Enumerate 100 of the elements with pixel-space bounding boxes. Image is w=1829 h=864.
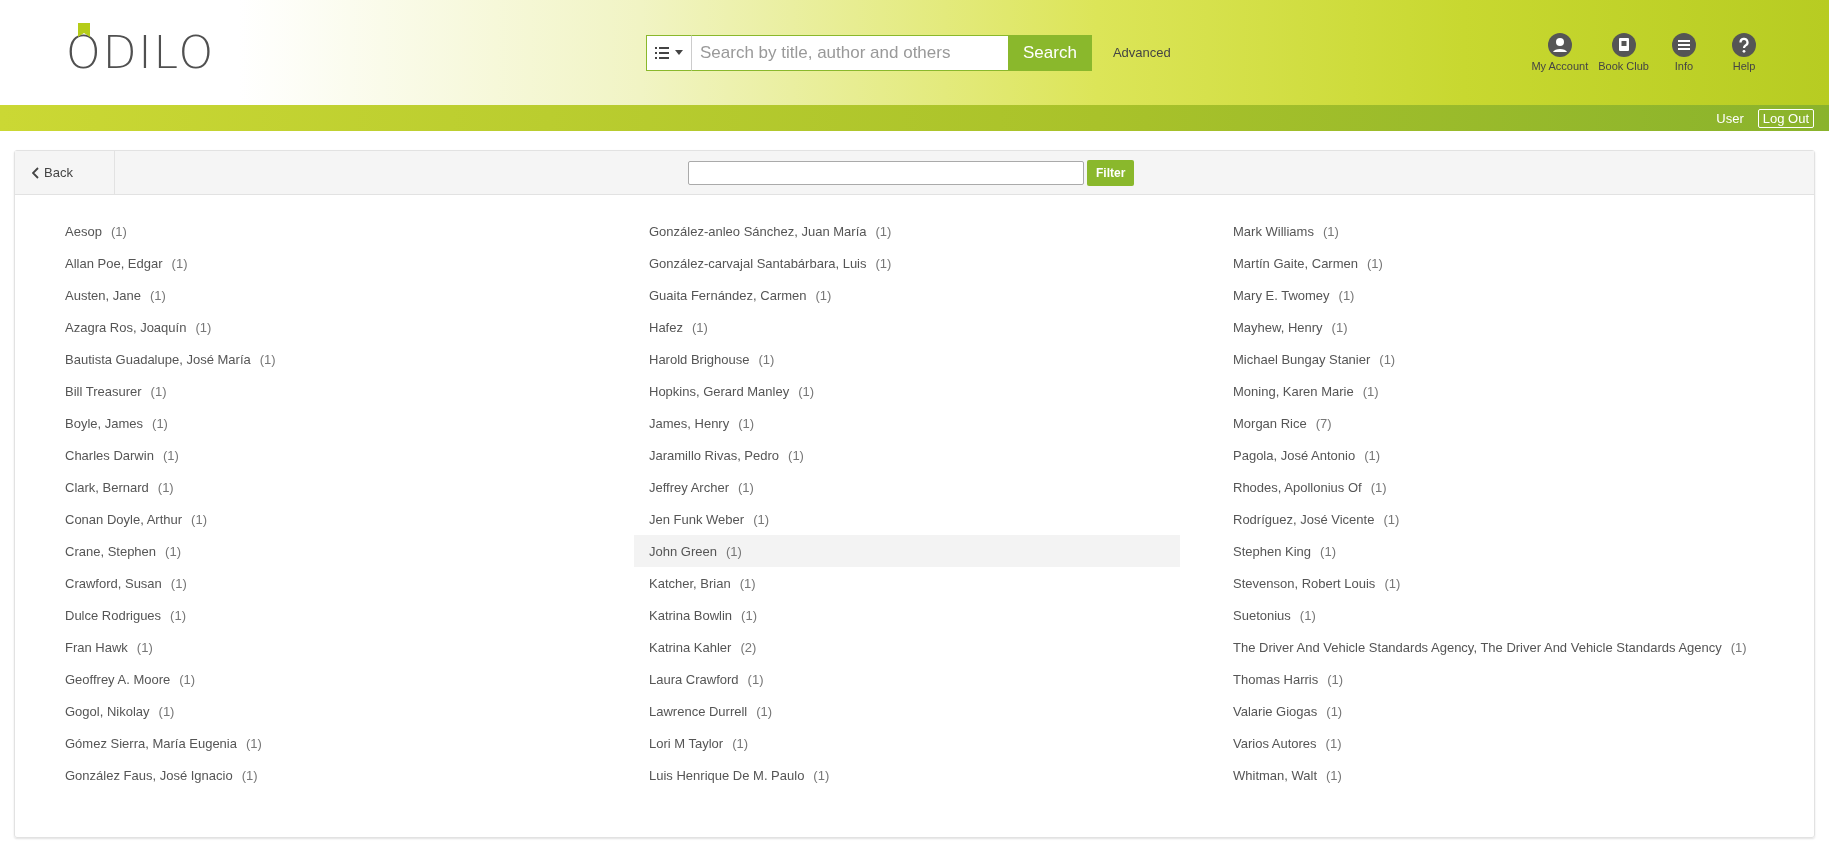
- book-count: (7): [1315, 415, 1332, 431]
- book-count: (1): [152, 415, 168, 431]
- logo[interactable]: ODILO: [66, 27, 216, 78]
- author-item[interactable]: Michael Bungay Stanier (1): [1218, 343, 1776, 375]
- book-count: (1): [725, 543, 742, 559]
- nav-label[interactable]: Info: [1674, 60, 1694, 72]
- book-count: (1): [191, 511, 207, 527]
- author-name: González-carvajal Santabárbara, Luis: [649, 255, 867, 271]
- author-name: James, Henry: [649, 415, 730, 431]
- author-item[interactable]: John Green (1): [634, 535, 1180, 567]
- book-count: (1): [241, 767, 258, 783]
- author-name: Crawford, Susan: [65, 575, 162, 591]
- search-scope-dropdown[interactable]: [646, 34, 692, 71]
- author-item[interactable]: James, Henry (1): [634, 407, 1180, 439]
- chevron-left-icon: [32, 166, 39, 179]
- author-item[interactable]: Katrina Kahler (2): [634, 631, 1180, 663]
- author-item[interactable]: Azagra Ros, Joaquín (1): [50, 311, 596, 343]
- author-name: Bautista Guadalupe, José María: [65, 351, 251, 367]
- author-item[interactable]: Gómez Sierra, María Eugenia (1): [50, 727, 596, 759]
- author-name: John Green: [649, 543, 717, 559]
- author-item[interactable]: Clark, Bernard (1): [50, 471, 596, 503]
- book-count: (1): [1322, 223, 1339, 239]
- author-item[interactable]: Jen Funk Weber (1): [634, 503, 1180, 535]
- author-item[interactable]: Moning, Karen Marie (1): [1218, 375, 1776, 407]
- help-icon[interactable]: [1732, 33, 1756, 57]
- author-item[interactable]: Guaita Fernández, Carmen (1): [634, 279, 1180, 311]
- author-item[interactable]: Luis Henrique De M. Paulo (1): [634, 759, 1180, 791]
- nav-label[interactable]: Book Club: [1598, 60, 1649, 72]
- author-item[interactable]: González-carvajal Santabárbara, Luis (1): [634, 247, 1180, 279]
- book-count: (1): [1326, 703, 1343, 719]
- author-item[interactable]: Pagola, José Antonio (1): [1218, 439, 1776, 471]
- author-name: Michael Bungay Stanier: [1233, 351, 1371, 367]
- author-name: Rodríguez, José Vicente: [1233, 511, 1375, 527]
- author-item[interactable]: Mark Williams (1): [1218, 215, 1776, 247]
- author-item[interactable]: Hafez (1): [634, 311, 1180, 343]
- author-item[interactable]: The Driver And Vehicle Standards Agency, The Driver And Vehicle Standards Agency (1): [1218, 631, 1776, 663]
- author-name: Jeffrey Archer: [649, 479, 729, 495]
- author-item[interactable]: Thomas Harris (1): [1218, 663, 1776, 695]
- search-field[interactable]: Search by title, author and others: [692, 34, 1008, 71]
- user-icon[interactable]: [1547, 33, 1572, 57]
- author-item[interactable]: Austen, Jane (1): [50, 279, 596, 311]
- book-count: (1): [1370, 479, 1387, 495]
- author-item[interactable]: Laura Crawford (1): [634, 663, 1180, 695]
- author-item[interactable]: Hopkins, Gerard Manley (1): [634, 375, 1180, 407]
- advanced-search-link[interactable]: Advanced: [1112, 45, 1171, 60]
- author-item[interactable]: Stephen King (1): [1218, 535, 1776, 567]
- author-item[interactable]: Mayhew, Henry (1): [1218, 311, 1776, 343]
- author-name: Charles Darwin: [65, 447, 154, 463]
- author-item[interactable]: Charles Darwin (1): [50, 439, 596, 471]
- author-item[interactable]: Crane, Stephen (1): [50, 535, 596, 567]
- author-item[interactable]: Katcher, Brian (1): [634, 567, 1180, 599]
- book-count: (1): [756, 703, 773, 719]
- author-item[interactable]: Lawrence Durrell (1): [634, 695, 1180, 727]
- author-item[interactable]: Jaramillo Rivas, Pedro (1): [634, 439, 1180, 471]
- author-item[interactable]: Mary E. Twomey (1): [1218, 279, 1776, 311]
- author-item[interactable]: Harold Brighouse (1): [634, 343, 1180, 375]
- author-name: González Faus, José Ignacio: [65, 767, 233, 783]
- author-name: Hopkins, Gerard Manley: [649, 383, 790, 399]
- author-name: Crane, Stephen: [65, 543, 157, 559]
- author-item[interactable]: Aesop (1): [50, 215, 596, 247]
- author-item[interactable]: González Faus, José Ignacio (1): [50, 759, 596, 791]
- author-item[interactable]: Boyle, James (1): [50, 407, 596, 439]
- author-item[interactable]: Allan Poe, Edgar (1): [50, 247, 596, 279]
- author-name: The Driver And Vehicle Standards Agency, The Driver And Vehicle Standards Agency: [1233, 639, 1722, 655]
- author-item[interactable]: Morgan Rice (7): [1218, 407, 1776, 439]
- author-item[interactable]: Bautista Guadalupe, José María (1): [50, 343, 596, 375]
- author-item[interactable]: Varios Autores (1): [1218, 727, 1776, 759]
- author-item[interactable]: González-anleo Sánchez, Juan María (1): [634, 215, 1180, 247]
- author-item[interactable]: Whitman, Walt (1): [1218, 759, 1776, 791]
- book-count: (1): [741, 607, 757, 623]
- book-icon[interactable]: [1611, 33, 1636, 57]
- author-item[interactable]: Crawford, Susan (1): [50, 567, 596, 599]
- author-item[interactable]: Geoffrey A. Moore (1): [50, 663, 596, 695]
- author-name: Fran Hawk: [65, 639, 128, 655]
- author-name: Valarie Giogas: [1233, 703, 1318, 719]
- author-item[interactable]: Valarie Giogas (1): [1218, 695, 1776, 727]
- author-item[interactable]: Rodríguez, José Vicente (1): [1218, 503, 1776, 535]
- menu-icon[interactable]: [1672, 33, 1696, 57]
- book-count: (1): [170, 607, 186, 623]
- author-item[interactable]: Conan Doyle, Arthur (1): [50, 503, 596, 535]
- author-item[interactable]: Gogol, Nikolay (1): [50, 695, 596, 727]
- author-item[interactable]: Stevenson, Robert Louis (1): [1218, 567, 1776, 599]
- nav-label[interactable]: Help: [1732, 60, 1756, 72]
- back-button[interactable]: Back: [15, 151, 115, 194]
- author-item[interactable]: Suetonius (1): [1218, 599, 1776, 631]
- author-item[interactable]: Martín Gaite, Carmen (1): [1218, 247, 1776, 279]
- book-count: (1): [157, 479, 174, 495]
- author-item[interactable]: Dulce Rodrigues (1): [50, 599, 596, 631]
- author-name: Conan Doyle, Arthur: [65, 511, 183, 527]
- filter-field[interactable]: [688, 160, 1084, 185]
- author-item[interactable]: Fran Hawk (1): [50, 631, 596, 663]
- author-item[interactable]: Lori M Taylor (1): [634, 727, 1180, 759]
- author-item[interactable]: Jeffrey Archer (1): [634, 471, 1180, 503]
- author-item[interactable]: Katrina Bowlin (1): [634, 599, 1180, 631]
- author-name: Mayhew, Henry: [1233, 319, 1323, 335]
- nav-label[interactable]: My Account: [1531, 60, 1589, 72]
- author-name: Azagra Ros, Joaquín: [65, 319, 187, 335]
- book-count: (1): [195, 319, 212, 335]
- author-item[interactable]: Bill Treasurer (1): [50, 375, 596, 407]
- author-item[interactable]: Rhodes, Apollonius Of (1): [1218, 471, 1776, 503]
